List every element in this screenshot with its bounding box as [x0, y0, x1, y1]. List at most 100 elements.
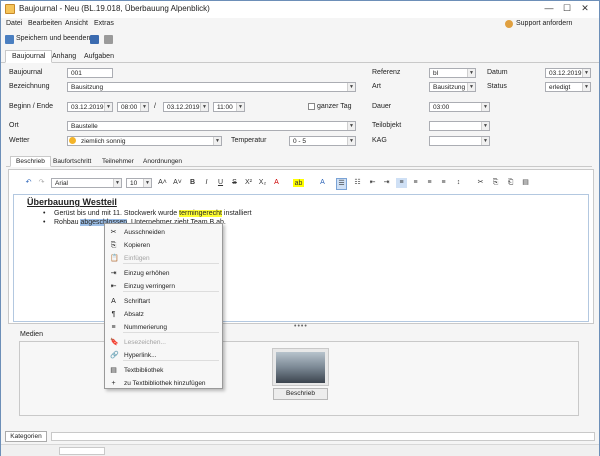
- kategorien-button[interactable]: Kategorien: [5, 431, 47, 442]
- datum-select[interactable]: 03.12.2019 ▼: [545, 68, 591, 78]
- undo-icon[interactable]: ↶: [23, 178, 34, 188]
- ganzer-tag-checkbox[interactable]: [308, 103, 315, 110]
- close-button[interactable]: ✕: [578, 3, 592, 14]
- subscript-icon[interactable]: X₂: [257, 178, 268, 188]
- grow-font-icon[interactable]: A˄: [157, 178, 168, 188]
- baujournal-input[interactable]: 001: [67, 68, 113, 78]
- font-select[interactable]: Arial ▼: [51, 178, 122, 188]
- context-item-zu-textbibliothek-hinzufügen[interactable]: + zu Textbibliothek hinzufügen: [106, 378, 221, 389]
- art-select[interactable]: Bausitzung ▼: [429, 82, 476, 92]
- ende-date[interactable]: 03.12.2019 ▼: [163, 102, 209, 112]
- italic-icon[interactable]: I: [201, 178, 212, 188]
- menu-datei[interactable]: Datei: [6, 20, 22, 27]
- context-item-label: Kopieren: [124, 242, 151, 249]
- align-left-icon[interactable]: ≡: [396, 178, 407, 188]
- sun-icon: [69, 137, 76, 144]
- tab-teilnehmer[interactable]: Teilnehmer: [96, 156, 140, 167]
- justify-icon[interactable]: ≡: [438, 178, 449, 188]
- format-icon[interactable]: ▤: [520, 178, 531, 188]
- wetter-select[interactable]: ziemlich sonnig ▼: [67, 136, 222, 146]
- tab-aufgaben[interactable]: Aufgaben: [77, 50, 121, 63]
- strikethrough-icon[interactable]: S: [229, 178, 240, 188]
- tab-baufortschritt[interactable]: Baufortschritt: [47, 156, 97, 167]
- underline-icon[interactable]: U: [215, 178, 226, 188]
- highlight-icon[interactable]: ab: [293, 179, 304, 187]
- kag-label: KAG: [372, 137, 387, 144]
- context-item-ausschneiden[interactable]: ✂ Ausschneiden: [106, 227, 221, 238]
- context-item-label: Einzug verringern: [124, 283, 175, 290]
- menu-extras[interactable]: Extras: [94, 20, 114, 27]
- menu-ansicht[interactable]: Ansicht: [65, 20, 88, 27]
- splitter-handle[interactable]: ••••: [294, 323, 308, 330]
- referenz-select[interactable]: bl ▼: [429, 68, 476, 78]
- print-icon[interactable]: [104, 35, 113, 44]
- beginn-date[interactable]: 03.12.2019 ▼: [67, 102, 113, 112]
- bold-icon[interactable]: B: [187, 178, 198, 188]
- datum-label: Datum: [487, 69, 508, 76]
- shrink-font-icon[interactable]: A˅: [172, 178, 183, 188]
- outdent-icon[interactable]: ⇤: [367, 178, 378, 188]
- bezeichnung-select[interactable]: Bausitzung ▼: [67, 82, 356, 92]
- superscript-icon[interactable]: X²: [243, 178, 254, 188]
- context-item-label: Einfügen: [124, 255, 150, 262]
- bottom-field: [59, 447, 105, 455]
- minimize-button[interactable]: —: [542, 3, 556, 13]
- kag-select[interactable]: ▼: [429, 136, 490, 146]
- bullets-icon[interactable]: ☰: [336, 178, 347, 190]
- context-item-label: zu Textbibliothek hinzufügen: [124, 380, 206, 387]
- maximize-button[interactable]: ☐: [560, 3, 574, 14]
- ganzer-tag-label: ganzer Tag: [317, 103, 352, 110]
- context-separator: [123, 332, 219, 333]
- copy-icon[interactable]: ⎘: [490, 178, 501, 188]
- beginn-time-value: 08:00: [121, 104, 138, 111]
- temperatur-select[interactable]: 0 - 5 ▼: [289, 136, 356, 146]
- ende-time[interactable]: 11:00 ▼: [213, 102, 245, 112]
- art-value: Bausitzung: [433, 84, 466, 91]
- referenz-label: Referenz: [372, 69, 401, 76]
- kategorien-field[interactable]: [51, 432, 595, 441]
- align-center-icon[interactable]: ≡: [410, 178, 421, 188]
- paste-icon[interactable]: ⎗: [505, 178, 516, 188]
- redo-icon[interactable]: ↷: [36, 178, 47, 188]
- baujournal-label: Baujournal: [9, 69, 43, 76]
- beginn-time[interactable]: 08:00 ▼: [117, 102, 149, 112]
- wetter-label: Wetter: [9, 137, 30, 144]
- context-item-label: Absatz: [124, 311, 144, 318]
- menu-bearbeiten[interactable]: Bearbeiten: [28, 20, 62, 27]
- align-right-icon[interactable]: ≡: [424, 178, 435, 188]
- chevron-down-icon: ▼: [347, 83, 355, 91]
- chevron-down-icon: ▼: [467, 69, 475, 77]
- context-item-absatz[interactable]: ¶ Absatz: [106, 309, 221, 320]
- context-item-kopieren[interactable]: ⎘ Kopieren: [106, 240, 221, 251]
- font-color-icon[interactable]: A: [271, 178, 282, 188]
- teilobjekt-select[interactable]: ▼: [429, 121, 490, 131]
- context-item-schriftart[interactable]: A Schriftart: [106, 296, 221, 307]
- date-separator: /: [154, 103, 156, 110]
- cut-icon[interactable]: ✂: [475, 178, 486, 188]
- context-separator: [123, 263, 219, 264]
- line-spacing-icon[interactable]: ↕: [453, 178, 464, 188]
- support-button[interactable]: Support anfordern: [516, 20, 572, 27]
- status-select[interactable]: erledigt ▼: [545, 82, 591, 92]
- context-item-textbibliothek[interactable]: ▤ Textbibliothek: [106, 365, 221, 376]
- media-caption-button[interactable]: Beschrieb: [273, 388, 328, 400]
- ort-select[interactable]: Baustelle ▼: [67, 121, 356, 131]
- line2-text: Rohbau: [54, 219, 81, 226]
- dauer-select[interactable]: 03:00 ▼: [429, 102, 490, 112]
- context-item-einzug-erhöhen[interactable]: ⇥ Einzug erhöhen: [106, 268, 221, 279]
- line1-post: installiert: [221, 210, 252, 217]
- font-value: Arial: [55, 180, 69, 187]
- tab-anordnungen[interactable]: Anordnungen: [137, 156, 188, 167]
- save-close-button[interactable]: Speichern und beenden: [16, 35, 90, 42]
- app-icon: [5, 4, 15, 14]
- text-style-icon[interactable]: A: [317, 178, 328, 188]
- building-photo: [276, 352, 325, 383]
- tab-beschrieb[interactable]: Beschrieb: [10, 156, 51, 167]
- context-item-label: Nummerierung: [124, 324, 167, 331]
- save-icon[interactable]: [90, 35, 99, 44]
- size-select[interactable]: 10 ▼: [126, 178, 152, 188]
- indent-icon[interactable]: ⇥: [381, 178, 392, 188]
- ort-value: Baustelle: [71, 123, 98, 130]
- numbering-icon[interactable]: ☷: [352, 178, 363, 188]
- chevron-down-icon: ▼: [140, 103, 148, 111]
